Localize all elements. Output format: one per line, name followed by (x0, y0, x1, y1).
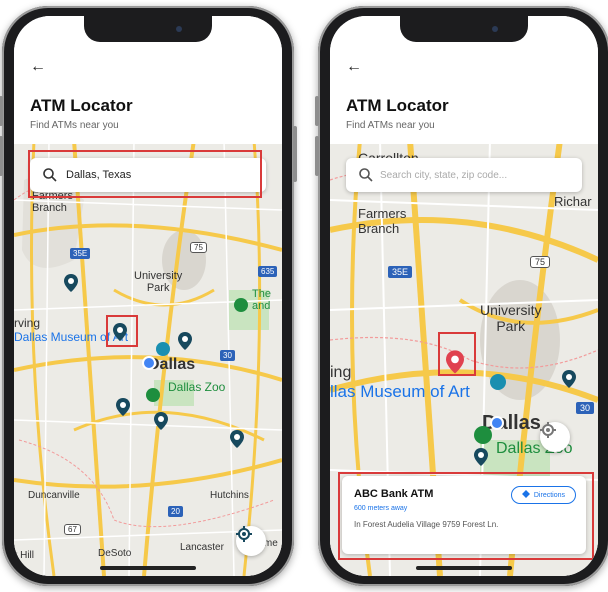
current-location-dot (490, 416, 504, 430)
highway-shield-20: 20 (168, 506, 183, 517)
phone-volume-button (0, 136, 3, 176)
highlight-box-search (28, 150, 262, 198)
locate-me-button[interactable] (540, 422, 570, 452)
locate-me-button[interactable] (236, 526, 266, 556)
highlight-box-pin (106, 315, 138, 347)
map-label-hill: r Hill (14, 550, 34, 561)
notch (400, 16, 528, 42)
page-title: ATM Locator (30, 96, 133, 115)
map-label-irving: ing (330, 364, 352, 381)
museum-icon (156, 342, 170, 356)
screen-left: ← ATM Locator Find ATMs near you Farmers… (14, 16, 282, 576)
zoo-icon (474, 426, 492, 444)
map-label-irving: rving (14, 316, 41, 330)
phone-side-button (0, 96, 3, 126)
highway-shield-35e: 35E (388, 266, 413, 278)
camera (176, 26, 182, 32)
highway-shield-35e: 35E (70, 248, 91, 259)
map-label-university-park: University Park (134, 270, 183, 294)
highway-shield-635: 635 (258, 266, 278, 277)
screen-right: ← ATM Locator Find ATMs near you Carroll… (330, 16, 598, 576)
map-label-dallas-zoo: Dallas Zoo (168, 380, 226, 394)
phone-side-button (315, 96, 319, 126)
map-label-university-park: University Park (480, 302, 542, 334)
zoo-icon (146, 388, 160, 402)
phone-power-button (293, 126, 297, 182)
page-subtitle: Find ATMs near you (346, 120, 435, 131)
map-label-desoto: DeSoto (98, 548, 132, 559)
map-label-duncanville: Duncanville (28, 490, 80, 501)
back-button[interactable]: ← (30, 58, 46, 76)
back-button[interactable]: ← (346, 58, 362, 76)
map-view[interactable]: Farmers Branch University Park rving Dal… (14, 140, 282, 576)
museum-icon (490, 374, 506, 390)
phone-right: ← ATM Locator Find ATMs near you Carroll… (315, 6, 608, 586)
map-label-richardson: Richar (554, 194, 592, 209)
phone-left: ← ATM Locator Find ATMs near you Farmers… (0, 6, 297, 586)
phone-volume-button (315, 136, 319, 176)
page-title: ATM Locator (346, 96, 449, 115)
highway-shield-30: 30 (220, 350, 235, 361)
home-indicator (416, 566, 512, 570)
map-label-dallas-museum: llas Museum of Art (330, 382, 470, 401)
page-subtitle: Find ATMs near you (30, 120, 119, 131)
map-label-the-and: The and (252, 288, 271, 312)
search-bar[interactable]: Search city, state, zip code... (346, 158, 582, 192)
map-label-hutchins: Hutchins (210, 490, 249, 501)
arrow-left-icon: ← (30, 58, 46, 75)
home-indicator (100, 566, 196, 570)
highway-shield-75: 75 (190, 242, 207, 253)
highlight-box-card (338, 472, 594, 560)
camera (492, 26, 498, 32)
map-label-lancaster: Lancaster (180, 542, 224, 553)
map-label-farmers-branch: Farmers Branch (358, 206, 407, 236)
highway-shield-75: 75 (530, 256, 551, 268)
park-icon (234, 298, 248, 312)
highway-shield-30: 30 (576, 402, 595, 414)
highway-shield-67: 67 (64, 524, 81, 535)
arrow-left-icon: ← (346, 58, 362, 75)
search-input[interactable]: Search city, state, zip code... (380, 170, 507, 181)
current-location-dot (142, 356, 156, 370)
notch (84, 16, 212, 42)
search-icon (359, 168, 373, 182)
highlight-box-pin (438, 332, 476, 376)
